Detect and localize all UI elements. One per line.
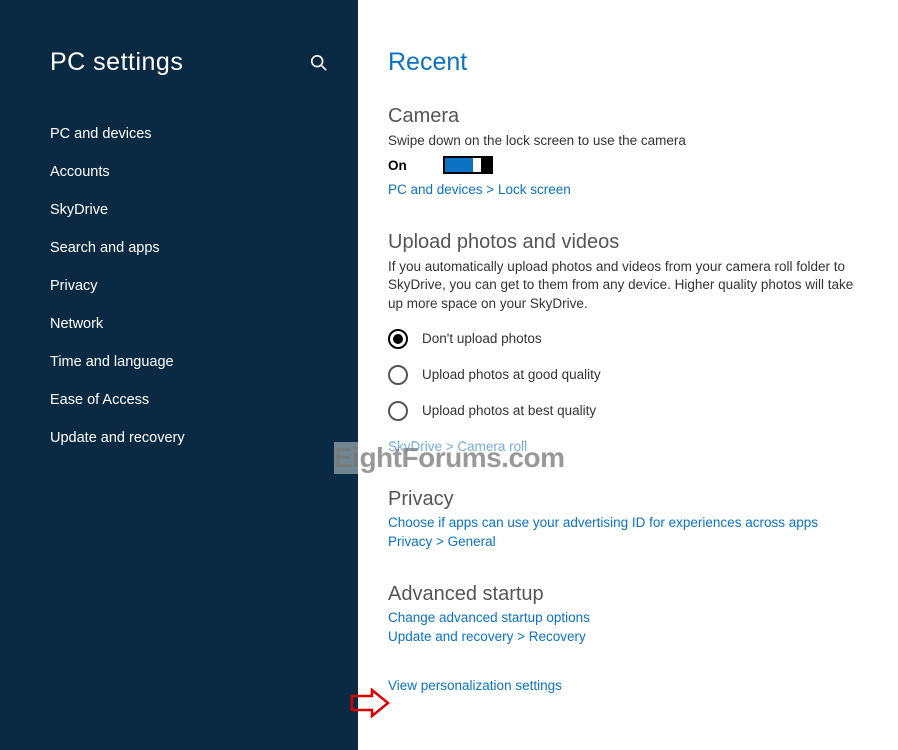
sidebar-item-label: Search and apps — [50, 240, 160, 256]
radio-label: Don't upload photos — [422, 331, 542, 346]
sidebar-item-label: SkyDrive — [50, 202, 108, 218]
section-startup: Advanced startup Change advanced startup… — [388, 583, 868, 644]
toggle-thumb — [481, 157, 491, 173]
sidebar-item-label: Network — [50, 316, 103, 332]
radio-dont-upload[interactable]: Don't upload photos — [388, 321, 868, 357]
camera-toggle-row: On — [388, 156, 868, 174]
radio-good-quality[interactable]: Upload photos at good quality — [388, 357, 868, 393]
privacy-heading: Privacy — [388, 488, 868, 511]
startup-link-1[interactable]: Change advanced startup options — [388, 610, 868, 625]
sidebar: PC settings PC and devices Accounts SkyD… — [0, 0, 358, 750]
section-upload: Upload photos and videos If you automati… — [388, 231, 868, 454]
camera-heading: Camera — [388, 105, 868, 128]
upload-breadcrumb-link[interactable]: SkyDrive > Camera roll — [388, 439, 868, 454]
bottom-link-wrap: View personalization settings — [388, 678, 868, 693]
sidebar-item-skydrive[interactable]: SkyDrive — [0, 191, 358, 229]
content-panel: Recent Camera Swipe down on the lock scr… — [358, 0, 898, 750]
upload-radio-group: Don't upload photos Upload photos at goo… — [388, 321, 868, 429]
upload-heading: Upload photos and videos — [388, 231, 868, 254]
upload-desc: If you automatically upload photos and v… — [388, 258, 868, 313]
page-title: Recent — [388, 48, 868, 77]
sidebar-item-update-and-recovery[interactable]: Update and recovery — [0, 419, 358, 457]
startup-breadcrumb-link[interactable]: Update and recovery > Recovery — [388, 629, 868, 644]
view-personalization-link[interactable]: View personalization settings — [388, 678, 868, 693]
camera-toggle-label: On — [388, 158, 407, 173]
sidebar-item-pc-and-devices[interactable]: PC and devices — [0, 115, 358, 153]
sidebar-item-label: PC and devices — [50, 126, 152, 142]
sidebar-item-label: Accounts — [50, 164, 110, 180]
sidebar-item-time-and-language[interactable]: Time and language — [0, 343, 358, 381]
sidebar-item-network[interactable]: Network — [0, 305, 358, 343]
section-camera: Camera Swipe down on the lock screen to … — [388, 105, 868, 197]
camera-desc: Swipe down on the lock screen to use the… — [388, 132, 868, 150]
toggle-fill — [445, 158, 473, 172]
radio-label: Upload photos at good quality — [422, 367, 601, 382]
sidebar-item-accounts[interactable]: Accounts — [0, 153, 358, 191]
arrow-annotation-icon — [350, 688, 390, 718]
sidebar-item-search-and-apps[interactable]: Search and apps — [0, 229, 358, 267]
sidebar-item-privacy[interactable]: Privacy — [0, 267, 358, 305]
radio-label: Upload photos at best quality — [422, 403, 596, 418]
camera-breadcrumb-link[interactable]: PC and devices > Lock screen — [388, 182, 868, 197]
sidebar-title: PC settings — [50, 48, 183, 77]
sidebar-item-label: Privacy — [50, 278, 98, 294]
camera-toggle[interactable] — [443, 156, 493, 174]
sidebar-item-label: Time and language — [50, 354, 174, 370]
search-icon[interactable] — [310, 54, 328, 72]
radio-best-quality[interactable]: Upload photos at best quality — [388, 393, 868, 429]
section-privacy: Privacy Choose if apps can use your adve… — [388, 488, 868, 549]
sidebar-header: PC settings — [0, 48, 358, 77]
sidebar-item-label: Update and recovery — [50, 430, 185, 446]
privacy-link-1[interactable]: Choose if apps can use your advertising … — [388, 515, 868, 530]
sidebar-item-ease-of-access[interactable]: Ease of Access — [0, 381, 358, 419]
privacy-breadcrumb-link[interactable]: Privacy > General — [388, 534, 868, 549]
sidebar-item-label: Ease of Access — [50, 392, 149, 408]
startup-heading: Advanced startup — [388, 583, 868, 606]
radio-icon — [388, 365, 408, 385]
radio-icon — [388, 401, 408, 421]
radio-icon — [388, 329, 408, 349]
